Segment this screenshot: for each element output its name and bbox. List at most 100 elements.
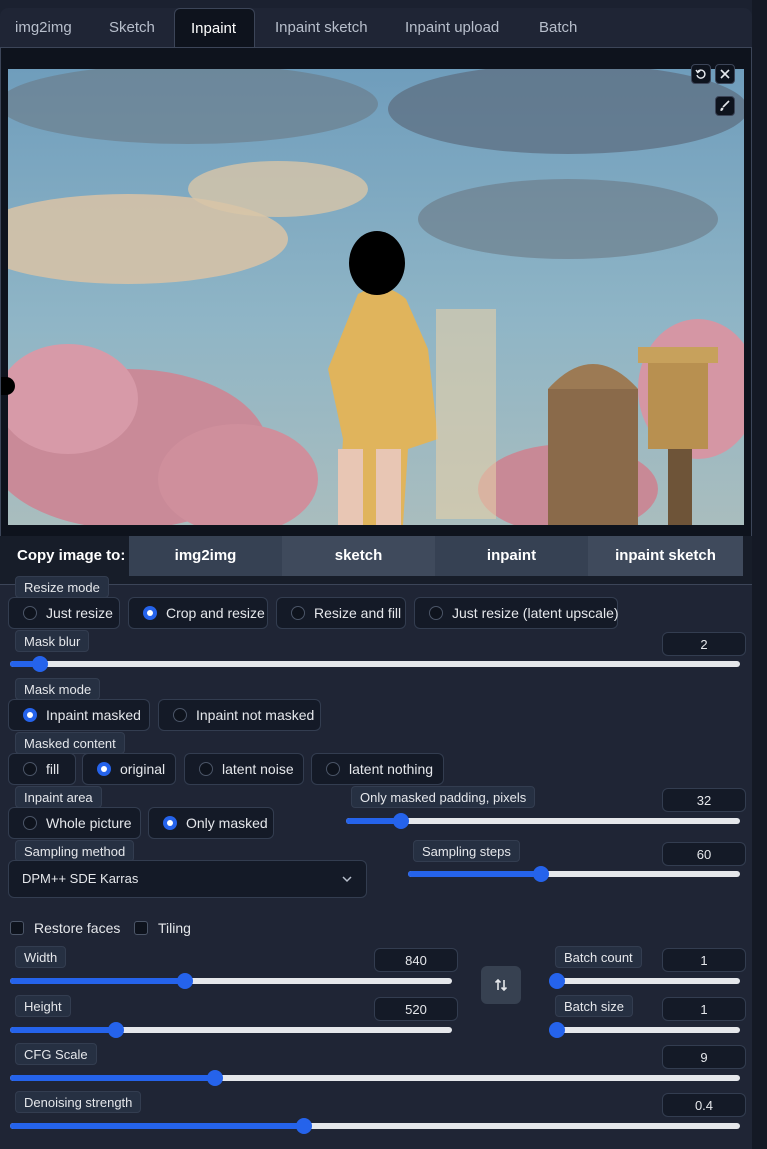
mask-blur-input[interactable]: 2: [662, 632, 746, 656]
height-slider[interactable]: [10, 1022, 452, 1038]
width-label: Width: [15, 946, 67, 968]
batch-count-label: Batch count: [555, 946, 642, 968]
tiling-label: Tiling: [158, 920, 191, 936]
batch-size-slider[interactable]: [549, 1022, 740, 1038]
tab-inpaint[interactable]: Inpaint: [174, 8, 255, 48]
tab-batch[interactable]: Batch: [539, 8, 577, 48]
slider-thumb[interactable]: [533, 866, 550, 882]
padding-slider[interactable]: [346, 813, 740, 829]
denoising-strength-input[interactable]: 0.4: [662, 1093, 746, 1117]
batch-size-input[interactable]: 1: [662, 997, 746, 1021]
radio-selected-icon: [97, 762, 111, 776]
sampling-method-select[interactable]: DPM++ SDE Karras: [8, 860, 367, 898]
option-label: Only masked: [186, 815, 268, 831]
sampling-steps-label: Sampling steps: [413, 840, 520, 862]
brush-icon: [720, 100, 730, 111]
mask-blur-label: Mask blur: [15, 630, 90, 652]
inpaint-area-whole-picture[interactable]: Whole picture: [8, 807, 141, 839]
radio-selected-icon: [163, 816, 177, 830]
masked-content-fill[interactable]: fill: [8, 753, 76, 785]
sampling-steps-input[interactable]: 60: [662, 842, 746, 866]
mask-mode-inpaint-masked[interactable]: Inpaint masked: [8, 699, 150, 731]
option-label: Resize and fill: [314, 605, 402, 621]
sampling-method-value: DPM++ SDE Karras: [22, 871, 139, 886]
denoising-strength-label: Denoising strength: [15, 1091, 142, 1113]
sampling-method-label: Sampling method: [15, 840, 135, 862]
radio-icon: [23, 816, 37, 830]
swap-dimensions-button[interactable]: [481, 966, 521, 1004]
option-label: Crop and resize: [166, 605, 265, 621]
slider-thumb[interactable]: [32, 656, 49, 672]
copy-to-img2img-button[interactable]: img2img: [129, 536, 282, 576]
option-label: Just resize (latent upscale): [452, 605, 619, 621]
option-label: Inpaint masked: [46, 707, 141, 723]
tiling-checkbox[interactable]: Tiling: [134, 918, 191, 938]
masked-content-latent-noise[interactable]: latent noise: [184, 753, 304, 785]
slider-thumb[interactable]: [393, 813, 410, 829]
resize-mode-crop-and-resize[interactable]: Crop and resize: [128, 597, 268, 629]
radio-icon: [429, 606, 443, 620]
slider-thumb[interactable]: [549, 1022, 565, 1038]
slider-thumb[interactable]: [295, 1118, 312, 1134]
radio-icon: [23, 762, 37, 776]
restore-faces-label: Restore faces: [34, 920, 121, 936]
option-label: Inpaint not masked: [196, 707, 315, 723]
resize-mode-label: Resize mode: [15, 576, 109, 598]
batch-size-label: Batch size: [555, 995, 633, 1017]
brush-button[interactable]: [715, 96, 735, 116]
slider-thumb[interactable]: [176, 973, 193, 989]
batch-count-slider[interactable]: [549, 973, 740, 989]
batch-count-input[interactable]: 1: [662, 948, 746, 972]
padding-label: Only masked padding, pixels: [351, 786, 536, 808]
cfg-scale-label: CFG Scale: [15, 1043, 97, 1065]
undo-icon: [695, 69, 706, 79]
tab-sketch[interactable]: Sketch: [109, 8, 155, 48]
slider-thumb[interactable]: [549, 973, 565, 989]
slider-thumb[interactable]: [107, 1022, 124, 1038]
mask-mode-inpaint-not-masked[interactable]: Inpaint not masked: [158, 699, 321, 731]
masked-content-original[interactable]: original: [82, 753, 176, 785]
inpaint-area-only-masked[interactable]: Only masked: [148, 807, 274, 839]
tab-inpaint-sketch[interactable]: Inpaint sketch: [275, 8, 368, 48]
undo-button[interactable]: [691, 64, 711, 84]
restore-faces-checkbox[interactable]: Restore faces: [10, 918, 120, 938]
masked-content-label: Masked content: [15, 732, 125, 754]
masked-content-latent-nothing[interactable]: latent nothing: [311, 753, 444, 785]
resize-mode-resize-and-fill[interactable]: Resize and fill: [276, 597, 406, 629]
tab-img2img[interactable]: img2img: [15, 8, 72, 48]
height-input[interactable]: 520: [374, 997, 458, 1021]
height-label: Height: [15, 995, 71, 1017]
clear-image-button[interactable]: [715, 64, 735, 84]
cfg-scale-slider[interactable]: [10, 1070, 740, 1086]
width-slider[interactable]: [10, 973, 452, 989]
chevron-down-icon: [342, 876, 352, 883]
radio-selected-icon: [143, 606, 157, 620]
radio-icon: [199, 762, 213, 776]
option-label: Just resize: [46, 605, 113, 621]
option-label: latent nothing: [349, 761, 434, 777]
copy-to-inpaint-sketch-button[interactable]: inpaint sketch: [588, 536, 743, 576]
mask-blur-slider[interactable]: [10, 656, 740, 672]
tab-inpaint-upload[interactable]: Inpaint upload: [405, 8, 499, 48]
checkbox-icon: [10, 921, 24, 935]
option-label: latent noise: [222, 761, 294, 777]
padding-input[interactable]: 32: [662, 788, 746, 812]
sampling-steps-slider[interactable]: [408, 866, 740, 882]
option-label: fill: [46, 761, 60, 777]
close-icon: [720, 69, 730, 79]
radio-selected-icon: [23, 708, 37, 722]
resize-mode-just-resize[interactable]: Just resize: [8, 597, 120, 629]
option-label: Whole picture: [46, 815, 132, 831]
radio-icon: [326, 762, 340, 776]
copy-to-sketch-button[interactable]: sketch: [282, 536, 435, 576]
slider-thumb[interactable]: [206, 1070, 223, 1086]
cfg-scale-input[interactable]: 9: [662, 1045, 746, 1069]
copy-image-label: Copy image to:: [17, 547, 126, 564]
copy-to-inpaint-button[interactable]: inpaint: [435, 536, 588, 576]
option-label: original: [120, 761, 166, 777]
resize-mode-latent-upscale[interactable]: Just resize (latent upscale): [414, 597, 619, 629]
inpaint-image-canvas[interactable]: [0, 47, 752, 585]
width-input[interactable]: 840: [374, 948, 458, 972]
inpaint-image[interactable]: [8, 69, 744, 525]
denoising-strength-slider[interactable]: [10, 1118, 740, 1134]
